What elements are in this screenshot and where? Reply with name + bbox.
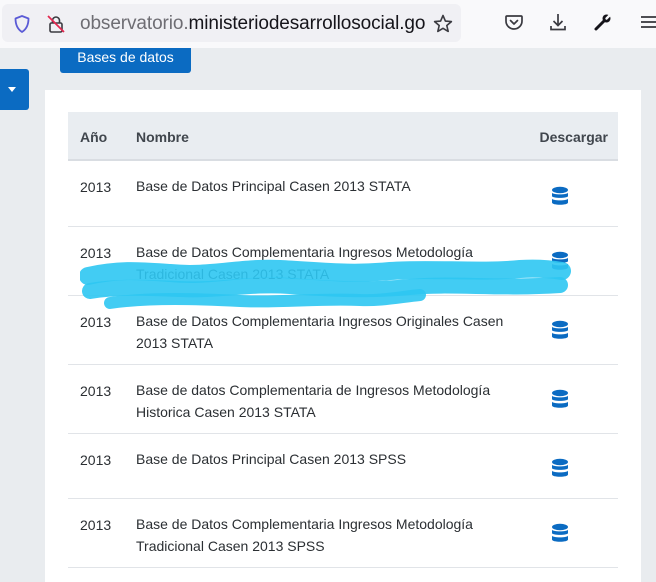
row-year: 2013 (80, 245, 112, 261)
row-name: Base de Datos Principal Casen 2013 STATA (136, 178, 411, 194)
pocket-icon[interactable] (504, 12, 524, 32)
hamburger-menu-icon[interactable] (638, 12, 656, 32)
row-name: Base de Datos Complementaria Ingresos Or… (136, 313, 504, 351)
row-year: 2013 (80, 517, 112, 533)
row-year: 2013 (80, 179, 112, 195)
database-download-icon[interactable] (551, 320, 569, 341)
wrench-icon[interactable] (593, 12, 613, 32)
caret-down-icon (8, 87, 16, 92)
header-name: Nombre (136, 129, 189, 145)
database-download-icon[interactable] (551, 186, 569, 207)
url-host: observatorio. (80, 13, 189, 34)
dropdown-toggle-button[interactable] (0, 69, 29, 110)
database-download-icon[interactable] (551, 251, 569, 272)
row-year: 2013 (80, 314, 112, 330)
row-name: Base de Datos Principal Casen 2013 SPSS (136, 451, 407, 467)
download-icon[interactable] (548, 12, 568, 32)
table-row: 2013 Base de Datos Principal Casen 2013 … (68, 161, 618, 227)
table-row: 2013 Base de datos Complementaria de Ing… (68, 365, 618, 434)
database-download-icon[interactable] (551, 389, 569, 410)
url-bar[interactable]: observatorio.ministeriodesarrollosocial.… (2, 4, 461, 42)
table-row: 2013 Base de Datos Complementaria Ingres… (68, 499, 618, 568)
database-download-icon[interactable] (551, 523, 569, 544)
lock-off-icon[interactable] (46, 14, 66, 34)
table-row: 2013 Base de Datos Principal Casen 2013 … (68, 434, 618, 499)
header-year: Año (80, 129, 108, 145)
shield-icon[interactable] (12, 14, 32, 34)
row-name: Base de Datos Complementaria Ingresos Me… (136, 244, 473, 282)
datasets-card: Año Nombre Descargar 2013 Base de Datos … (45, 90, 641, 582)
bases-de-datos-button[interactable]: Bases de datos (60, 48, 191, 73)
url-text[interactable]: observatorio.ministeriodesarrollosocial.… (80, 13, 426, 35)
header-download: Descargar (539, 129, 609, 145)
row-year: 2013 (80, 383, 112, 399)
table-header: Año Nombre Descargar (68, 112, 618, 161)
page-content: Bases de datos Año Nombre Descargar 2013… (0, 48, 656, 582)
table-row: 2013 Base de Datos Complementaria Ingres… (68, 296, 618, 365)
database-download-icon[interactable] (551, 458, 569, 479)
table-row: 2013 Base de Datos Complementaria Ingres… (68, 227, 618, 296)
browser-toolbar: observatorio.ministeriodesarrollosocial.… (0, 0, 656, 48)
datasets-table: Año Nombre Descargar 2013 Base de Datos … (68, 112, 618, 568)
row-name: Base de datos Complementaria de Ingresos… (136, 382, 491, 420)
row-year: 2013 (80, 452, 112, 468)
bookmark-star-icon[interactable] (432, 13, 454, 35)
row-name: Base de Datos Complementaria Ingresos Me… (136, 516, 473, 554)
url-domain: ministeriodesarrollosocial.gob.cl (188, 13, 426, 34)
